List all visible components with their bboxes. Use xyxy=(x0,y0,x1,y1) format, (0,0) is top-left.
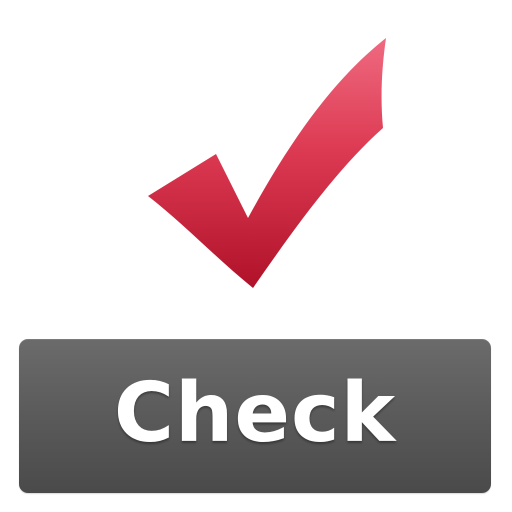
check-button[interactable]: Check xyxy=(19,339,491,493)
check-button-label: Check xyxy=(113,366,397,461)
checkmark-icon xyxy=(148,38,386,288)
canvas: Check xyxy=(0,0,512,512)
